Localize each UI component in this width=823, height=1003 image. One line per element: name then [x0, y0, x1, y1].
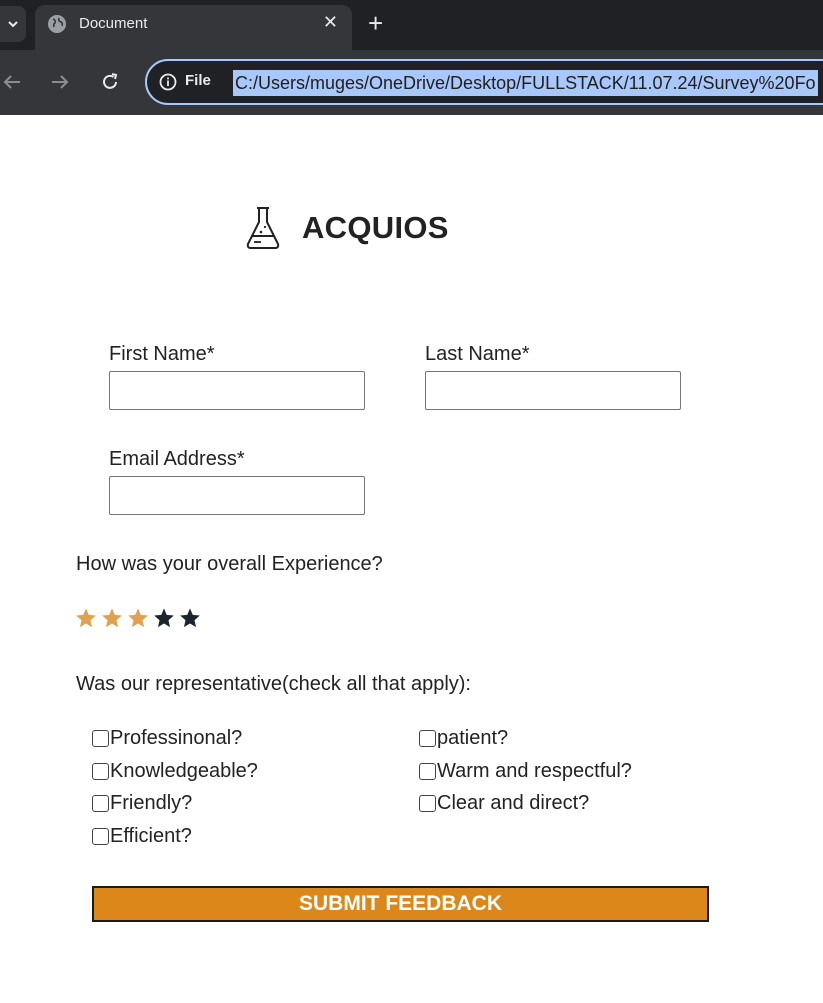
flask-icon	[246, 207, 280, 249]
first-name-input[interactable]	[109, 371, 365, 410]
email-label: Email Address*	[109, 448, 245, 470]
back-arrow-icon[interactable]	[0, 70, 24, 94]
checkbox-label: Warm and respectful?	[437, 759, 632, 782]
last-name-label: Last Name*	[425, 343, 530, 365]
star-icon[interactable]	[101, 607, 123, 629]
star-icon[interactable]	[75, 607, 97, 629]
address-bar[interactable]: File C:/Users/muges/OneDrive/Desktop/FUL…	[145, 59, 823, 105]
checkbox-label: Friendly?	[110, 792, 193, 815]
checkbox-label: patient?	[437, 727, 509, 749]
globe-icon	[48, 15, 66, 33]
active-tab[interactable]: Document ✕	[35, 5, 352, 50]
checkbox-label: Knowledgeable?	[110, 759, 258, 782]
checkbox-option[interactable]: Efficient?	[92, 825, 192, 848]
star-icon[interactable]	[179, 607, 201, 629]
star-icon[interactable]	[127, 607, 149, 629]
checkbox[interactable]	[419, 762, 436, 780]
representative-question: Was our representative(check all that ap…	[76, 673, 471, 695]
url-text[interactable]: C:/Users/muges/OneDrive/Desktop/FULLSTAC…	[233, 70, 818, 96]
info-icon[interactable]	[159, 73, 177, 91]
submit-feedback-button[interactable]: SUBMIT FEEDBACK	[92, 886, 709, 922]
checkbox-label: Clear and direct?	[437, 792, 590, 815]
checkbox-option[interactable]: Knowledgeable?	[92, 760, 258, 783]
brand-title: ACQUIOS	[302, 210, 449, 245]
experience-question: How was your overall Experience?	[76, 553, 383, 575]
browser-toolbar: File C:/Users/muges/OneDrive/Desktop/FUL…	[0, 50, 823, 115]
close-icon[interactable]: ✕	[323, 12, 338, 32]
checkbox[interactable]	[419, 730, 436, 747]
checkbox[interactable]	[92, 730, 109, 747]
file-chip[interactable]: File	[185, 72, 211, 89]
checkbox-option[interactable]: Professinonal?	[92, 727, 242, 750]
checkbox-label: Efficient?	[110, 825, 192, 848]
checkbox[interactable]	[92, 795, 109, 813]
tab-search-button[interactable]	[0, 6, 26, 42]
star-icon[interactable]	[153, 607, 175, 629]
checkbox-option[interactable]: Warm and respectful?	[419, 760, 632, 783]
last-name-input[interactable]	[425, 371, 681, 410]
new-tab-button[interactable]: +	[368, 10, 383, 36]
star-rating[interactable]	[75, 607, 201, 629]
checkbox[interactable]	[419, 795, 436, 813]
browser-tab-bar: Document ✕ +	[0, 0, 823, 50]
checkbox-option[interactable]: Clear and direct?	[419, 792, 589, 815]
checkbox[interactable]	[92, 762, 109, 780]
reload-icon[interactable]	[98, 70, 122, 94]
forward-arrow-icon[interactable]	[48, 70, 72, 94]
tab-title: Document	[79, 15, 148, 32]
checkbox-label: Professinonal?	[110, 727, 243, 749]
chevron-down-icon	[8, 21, 18, 28]
checkbox-option[interactable]: Friendly?	[92, 792, 192, 815]
checkbox[interactable]	[92, 828, 109, 846]
email-input[interactable]	[109, 476, 365, 515]
first-name-label: First Name*	[109, 343, 215, 365]
brand-header: ACQUIOS	[244, 205, 449, 251]
checkbox-option[interactable]: patient?	[419, 727, 508, 750]
